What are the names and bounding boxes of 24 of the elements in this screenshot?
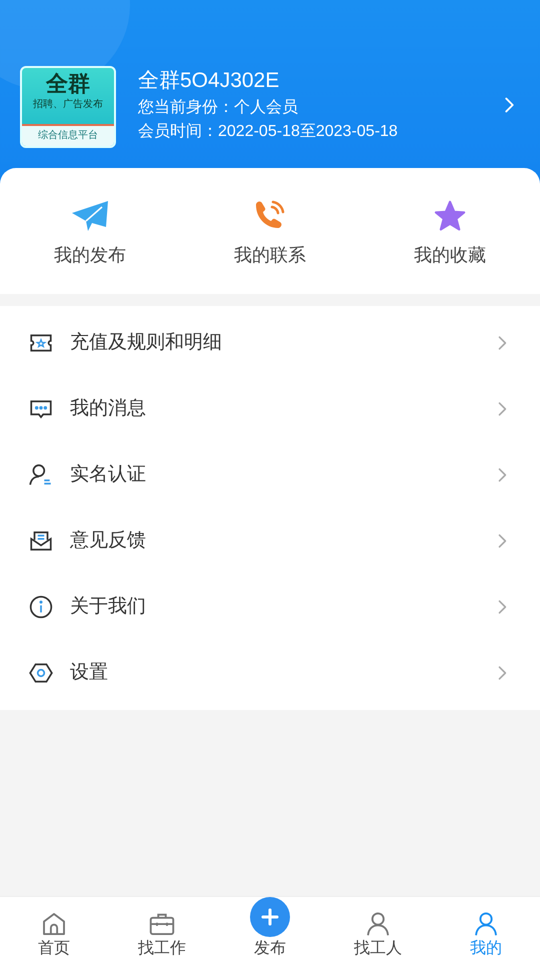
identity-text: 您当前身份：个人会员 (138, 98, 299, 118)
shortcut-button[interactable]: 我的发布 (0, 194, 180, 268)
tab-item[interactable]: 首页 (0, 909, 108, 959)
info-icon (28, 594, 54, 620)
shortcut-button[interactable]: 我的收藏 (360, 194, 540, 268)
logo-footer: 综合信息平台 (22, 124, 114, 146)
menu-item[interactable]: 实名认证 (0, 442, 540, 508)
profile-header[interactable]: 全群 招聘、广告发布 综合信息平台 全群5O4J302E 您当前身份：个人会员 会员时间：2022-05-18至2023-05-18 (0, 0, 540, 168)
menu-item[interactable]: 我的消息 (0, 376, 540, 442)
user-name: 全群5O4J302E (138, 68, 280, 94)
paper-plane-icon (70, 198, 110, 232)
menu-item[interactable]: 设置 (0, 640, 540, 706)
logo-subtitle: 招聘、广告发布 (33, 98, 103, 112)
star-icon (432, 198, 468, 232)
membership-text: 会员时间：2022-05-18至2023-05-18 (138, 122, 399, 142)
menu-item[interactable]: 意见反馈 (0, 508, 540, 574)
user-icon (28, 462, 54, 488)
tab-item[interactable]: 找工人 (324, 909, 432, 959)
menu-item[interactable]: 充值及规则和明细 (0, 310, 540, 376)
tab-item[interactable]: 发布 (216, 897, 324, 959)
menu-item[interactable]: 关于我们 (0, 574, 540, 640)
logo-title: 全群 (46, 70, 90, 98)
shortcut-button[interactable]: 我的联系 (180, 194, 360, 268)
tab-item[interactable]: 找工作 (108, 909, 216, 959)
